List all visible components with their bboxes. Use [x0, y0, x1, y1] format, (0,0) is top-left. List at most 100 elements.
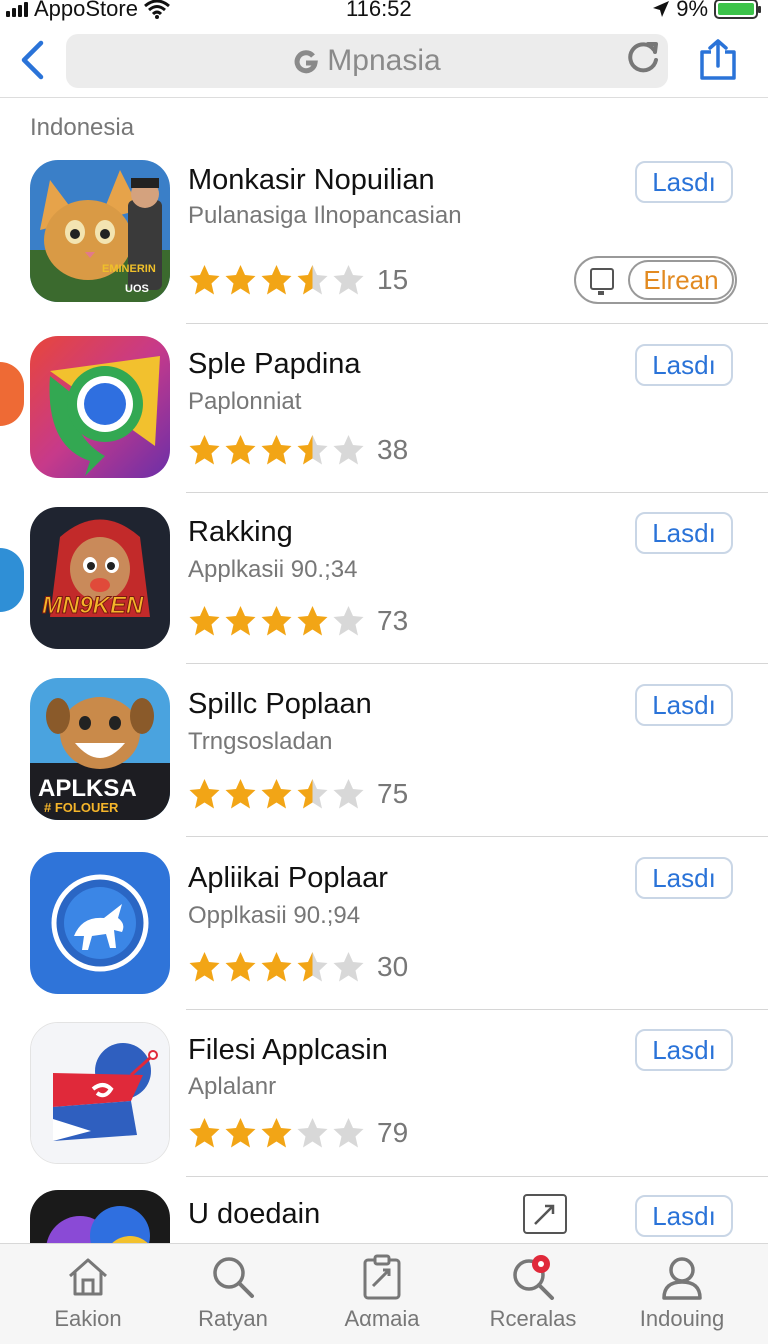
compass-dog-icon — [30, 852, 170, 994]
star-icon — [297, 952, 328, 982]
star-rating: 15 — [188, 264, 408, 296]
tab-search[interactable]: Ratyan — [163, 1254, 303, 1332]
star-icon — [261, 265, 292, 295]
star-icon — [225, 779, 256, 809]
app-subtitle: Applkasii 90.;34 — [188, 556, 358, 583]
status-bar: AppoStore 116:52 9% — [0, 0, 768, 22]
icon-subtext: # FOLOUER — [44, 800, 119, 815]
star-icon — [225, 435, 256, 465]
search-bar[interactable]: Mpnasia — [66, 34, 668, 88]
star-icon — [297, 606, 328, 636]
star-icon — [297, 779, 328, 809]
star-rating: 38 — [188, 434, 408, 466]
share-button[interactable] — [696, 38, 740, 82]
app-subtitle: Trngsosladan — [188, 728, 333, 755]
svg-text:UOS: UOS — [125, 283, 149, 295]
star-icon — [333, 1118, 364, 1148]
divider — [186, 492, 768, 493]
star-icon — [333, 779, 364, 809]
reload-button[interactable] — [624, 38, 662, 76]
share-icon — [700, 39, 736, 80]
star-icon — [297, 265, 328, 295]
signal-icon — [6, 1, 28, 17]
app-name: Filesi Applcasin — [188, 1034, 388, 1066]
star-icon — [225, 1118, 256, 1148]
star-rating: 30 — [188, 951, 408, 983]
rating-count: 15 — [377, 264, 409, 295]
get-button[interactable]: Lasdı — [635, 344, 733, 386]
toggle-switch[interactable]: Elrean — [574, 256, 737, 304]
cat-cartoon-icon: EMINERIN UOS — [30, 160, 170, 302]
location-arrow-icon — [653, 1, 670, 17]
battery-percent: 9% — [676, 0, 708, 21]
rating-count: 75 — [377, 778, 409, 809]
clipboard-icon — [363, 1254, 401, 1300]
back-button[interactable] — [12, 38, 52, 82]
app-subtitle: Aplalanr — [188, 1073, 277, 1100]
star-icon — [333, 606, 364, 636]
star-icon — [261, 779, 292, 809]
tab-label: Indouing — [639, 1306, 725, 1331]
tab-home[interactable]: Eakion — [18, 1254, 158, 1332]
get-button[interactable]: Lasdı — [635, 857, 733, 899]
divider — [186, 323, 768, 324]
notification-search-icon — [513, 1255, 554, 1300]
navigation-bar: Mpnasia — [0, 28, 768, 98]
star-icon — [297, 435, 328, 465]
star-icon — [333, 435, 364, 465]
google-icon — [293, 48, 319, 74]
get-button[interactable]: Lasdı — [635, 684, 733, 726]
star-icon — [333, 265, 364, 295]
star-icon — [261, 435, 292, 465]
tab-clipboard[interactable]: Aαmaia — [312, 1254, 452, 1332]
star-icon — [189, 265, 220, 295]
star-icon — [189, 435, 220, 465]
star-icon — [261, 952, 292, 982]
star-rating: 75 — [188, 778, 408, 810]
app-name: Rakking — [188, 516, 293, 548]
app-name: U doedain — [188, 1198, 321, 1230]
star-icon — [189, 952, 220, 982]
get-button[interactable]: Lasdı — [635, 1195, 733, 1237]
star-icon — [189, 779, 220, 809]
tab-profile[interactable]: Indouing — [612, 1254, 752, 1332]
chevron-left-icon — [21, 40, 44, 80]
toggle-label: Elrean — [628, 260, 734, 300]
tab-label: Eakion — [54, 1306, 122, 1331]
app-subtitle: Paplonniat — [188, 388, 302, 415]
tab-bar: Eakion Ratyan Aαmaia Rceralas Indouing — [0, 1243, 768, 1344]
app-name: Sple Papdina — [188, 348, 361, 380]
divider — [186, 1009, 768, 1010]
carrier-name: AppoStore — [34, 0, 138, 21]
dog-cartoon-icon: APLKSA # FOLOUER — [30, 678, 170, 820]
star-rating: 79 — [188, 1117, 408, 1149]
get-button[interactable]: Lasdı — [635, 1029, 733, 1071]
icon-text: MN9KEN — [42, 592, 144, 619]
tab-label: Rceralas — [489, 1306, 577, 1331]
tab-label: Aαmaia — [344, 1306, 420, 1331]
app-name: Monkasir Nopuilian — [188, 164, 435, 196]
get-button[interactable]: Lasdı — [635, 512, 733, 554]
star-icon — [261, 1118, 292, 1148]
get-button[interactable]: Lasdı — [635, 161, 733, 203]
app-subtitle: Opplkasii 90.;94 — [188, 902, 361, 929]
icon-text: APLKSA — [38, 775, 137, 802]
app-name: Apliikai Poplaar — [188, 862, 388, 894]
rating-count: 73 — [377, 605, 409, 636]
star-icon — [225, 606, 256, 636]
side-indicator-orange — [0, 362, 24, 426]
rating-count: 79 — [377, 1117, 409, 1148]
rating-count: 38 — [377, 434, 409, 465]
divider — [186, 1176, 768, 1177]
star-icon — [297, 1118, 328, 1148]
star-rating: 73 — [188, 605, 408, 637]
star-icon — [225, 265, 256, 295]
edit-icon[interactable] — [523, 1194, 567, 1234]
battery-icon — [714, 0, 761, 19]
person-icon — [662, 1257, 702, 1300]
tab-notifications[interactable]: Rceralas — [463, 1254, 603, 1332]
section-title: Indonesia — [30, 114, 135, 141]
reload-icon — [628, 42, 658, 73]
rating-count: 30 — [377, 951, 409, 982]
home-icon — [69, 1258, 107, 1296]
